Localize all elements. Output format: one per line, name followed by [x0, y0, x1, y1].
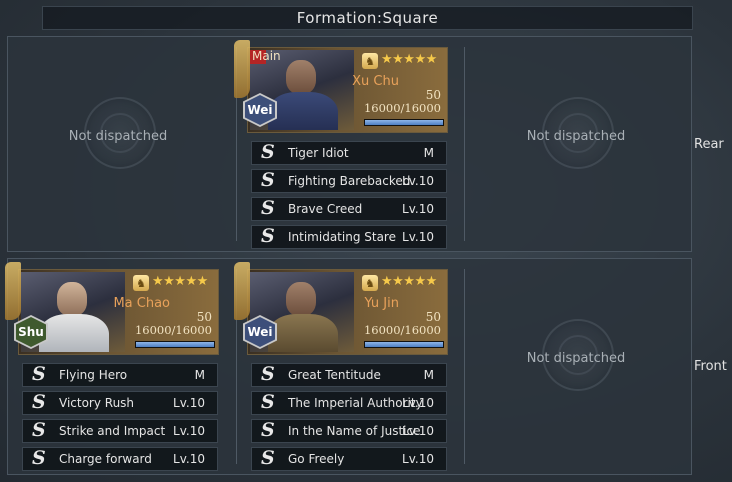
row-label-rear: Rear: [694, 137, 724, 152]
hero-card-ma-chao[interactable]: Shu ♞ ★★★★★ Ma Chao 50 16000/16000: [5, 262, 219, 355]
skill-item[interactable]: S Fighting Barebacked Lv.10: [251, 169, 447, 193]
skill-item[interactable]: S Tiger Idiot M: [251, 141, 447, 165]
rear-slot-right[interactable]: Not dispatched: [466, 37, 694, 242]
skill-item[interactable]: S In the Name of Justice Lv.10: [251, 419, 447, 443]
skill-s-icon: S: [261, 141, 275, 163]
skill-list: S Great Tentitude M S The Imperial Authorit…: [251, 363, 447, 475]
hero-name: Ma Chao: [113, 296, 170, 311]
skill-s-icon: S: [32, 447, 46, 469]
skill-s-icon: S: [261, 419, 275, 441]
skill-s-icon: S: [261, 169, 275, 191]
hp-bar: [135, 341, 215, 348]
hero-card-yu-jin[interactable]: Wei ♞ ★★★★★ Yu Jin 50 16000/16000: [234, 262, 448, 355]
row-label-front: Front: [694, 359, 727, 374]
skill-item[interactable]: S Brave Creed Lv.10: [251, 197, 447, 221]
hero-name: Yu Jin: [364, 296, 399, 311]
formation-title: Formation:Square: [42, 6, 693, 30]
skill-item[interactable]: S Victory Rush Lv.10: [22, 391, 218, 415]
hero-hp: 16000/16000: [363, 101, 441, 115]
horse-crest-icon: ♞: [362, 53, 378, 69]
hp-bar: [364, 119, 444, 126]
empty-slot-text: Not dispatched: [526, 129, 626, 144]
star-rating: ★★★★★: [381, 274, 437, 289]
skill-list: S Tiger Idiot M S Fighting Barebacked Lv.10 …: [251, 141, 447, 253]
skill-s-icon: S: [261, 363, 275, 385]
skill-list: S Flying Hero M S Victory Rush Lv.10 S Strike…: [22, 363, 218, 475]
rear-row-panel: Not dispatched Main Wei ♞ ★★★★★ Xu Chu 5…: [7, 36, 692, 252]
hp-bar: [364, 341, 444, 348]
dragon-ornament-icon: [234, 40, 250, 98]
front-slot-left[interactable]: Shu ♞ ★★★★★ Ma Chao 50 16000/16000 S Flyi…: [5, 259, 236, 471]
star-rating: ★★★★★: [381, 52, 437, 67]
hero-card-xu-chu[interactable]: Main Wei ♞ ★★★★★ Xu Chu 50 16000/16000: [234, 40, 448, 133]
skill-item[interactable]: S Intimidating Stare Lv.10: [251, 225, 447, 249]
skill-item[interactable]: S The Imperial Authority Lv.10: [251, 391, 447, 415]
hero-level: 50: [425, 310, 441, 324]
rear-slot-left[interactable]: Not dispatched: [8, 37, 236, 242]
front-slot-right[interactable]: Not dispatched: [466, 259, 694, 464]
empty-slot-text: Not dispatched: [68, 129, 168, 144]
skill-s-icon: S: [261, 197, 275, 219]
skill-item[interactable]: S Go Freely Lv.10: [251, 447, 447, 471]
skill-s-icon: S: [261, 391, 275, 413]
horse-crest-icon: ♞: [133, 275, 149, 291]
empty-slot-text: Not dispatched: [526, 351, 626, 366]
skill-s-icon: S: [32, 391, 46, 413]
skill-item[interactable]: S Strike and Impact Lv.10: [22, 419, 218, 443]
skill-s-icon: S: [32, 363, 46, 385]
hero-level: 50: [196, 310, 212, 324]
skill-item[interactable]: S Flying Hero M: [22, 363, 218, 387]
front-row-panel: Shu ♞ ★★★★★ Ma Chao 50 16000/16000 S Flyi…: [5, 258, 694, 475]
skill-s-icon: S: [261, 447, 275, 469]
hero-hp: 16000/16000: [363, 323, 441, 337]
rear-slot-center[interactable]: Main Wei ♞ ★★★★★ Xu Chu 50 16000/16000 S…: [234, 37, 465, 249]
star-rating: ★★★★★: [152, 274, 208, 289]
hero-hp: 16000/16000: [134, 323, 212, 337]
hero-level: 50: [425, 88, 441, 102]
dragon-ornament-icon: [5, 262, 21, 320]
skill-item[interactable]: S Charge forward Lv.10: [22, 447, 218, 471]
skill-s-icon: S: [32, 419, 46, 441]
dragon-ornament-icon: [234, 262, 250, 320]
horse-crest-icon: ♞: [362, 275, 378, 291]
skill-item[interactable]: S Great Tentitude M: [251, 363, 447, 387]
skill-s-icon: S: [261, 225, 275, 247]
hero-name: Xu Chu: [352, 74, 399, 89]
front-slot-center[interactable]: Wei ♞ ★★★★★ Yu Jin 50 16000/16000 S Great…: [234, 259, 465, 471]
main-label: Main: [252, 49, 281, 63]
